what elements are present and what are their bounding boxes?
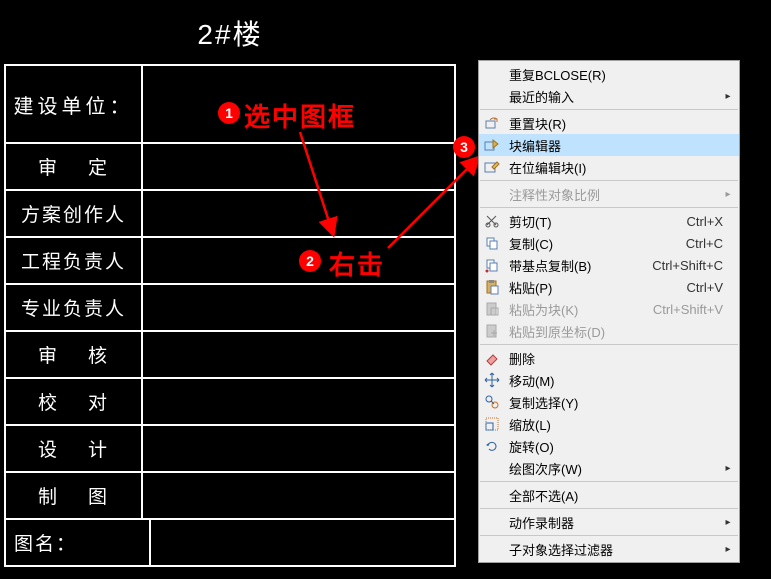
- block-editor-icon: [479, 137, 505, 153]
- menu-paste-block: 粘贴为块(K)Ctrl+Shift+V: [479, 298, 739, 320]
- annotation-badge-1: 1: [218, 102, 240, 124]
- menu-paste[interactable]: 粘贴(P)Ctrl+V: [479, 276, 739, 298]
- reset-block-icon: [479, 115, 505, 131]
- title-block-row: 审 核: [4, 332, 456, 379]
- menu-copy-selection[interactable]: 复制选择(Y): [479, 391, 739, 413]
- annotation-badge-3: 3: [453, 136, 475, 158]
- menu-move[interactable]: 移动(M): [479, 369, 739, 391]
- context-menu: 重复BCLOSE(R) 最近的输入▸ 重置块(R) 块编辑器 在位编辑块(I) …: [478, 60, 740, 563]
- tb-label: 审 定: [4, 144, 143, 189]
- tb-label: 图名：: [4, 520, 151, 565]
- tb-label: 工程负责人: [4, 238, 143, 283]
- title-block-row: 工程负责人: [4, 238, 456, 285]
- title-block-row: 设 计: [4, 426, 456, 473]
- menu-paste-orig: 粘贴到原坐标(D): [479, 320, 739, 342]
- menu-edit-in-place[interactable]: 在位编辑块(I): [479, 156, 739, 178]
- menu-repeat[interactable]: 重复BCLOSE(R): [479, 63, 739, 85]
- menu-reset-block[interactable]: 重置块(R): [479, 112, 739, 134]
- title-block-row: 专业负责人: [4, 285, 456, 332]
- title-block[interactable]: 2#楼 建设单位： 审 定 方案创作人 工程负责人 专业负责人 审 核 校 对 …: [4, 2, 456, 567]
- title-block-header: 2#楼: [4, 2, 456, 66]
- menu-subobject-filter[interactable]: 子对象选择过滤器▸: [479, 538, 739, 560]
- menu-scale[interactable]: 缩放(L): [479, 413, 739, 435]
- title-block-row: 审 定: [4, 144, 456, 191]
- menu-copy-base[interactable]: 带基点复制(B)Ctrl+Shift+C: [479, 254, 739, 276]
- title-block-row: 校 对: [4, 379, 456, 426]
- title-block-row: 图名：: [4, 520, 456, 567]
- rotate-icon: [479, 438, 505, 454]
- menu-draw-order[interactable]: 绘图次序(W)▸: [479, 457, 739, 479]
- menu-erase[interactable]: 删除: [479, 347, 739, 369]
- paste-orig-icon: [479, 323, 505, 339]
- annotation-text-2: 右击: [329, 245, 385, 282]
- tb-label: 设 计: [4, 426, 143, 471]
- title-block-row: 方案创作人: [4, 191, 456, 238]
- chevron-right-icon: ▸: [723, 517, 733, 528]
- chevron-right-icon: ▸: [723, 463, 733, 474]
- chevron-right-icon: ▸: [723, 91, 733, 102]
- menu-deselect-all[interactable]: 全部不选(A): [479, 484, 739, 506]
- menu-block-editor[interactable]: 块编辑器: [479, 134, 739, 156]
- annotation-text-1: 选中图框: [244, 97, 356, 134]
- chevron-right-icon: ▸: [723, 544, 733, 555]
- tb-label: 方案创作人: [4, 191, 143, 236]
- erase-icon: [479, 350, 505, 366]
- cut-icon: [479, 213, 505, 229]
- menu-recent-input[interactable]: 最近的输入▸: [479, 85, 739, 107]
- tb-label: 审 核: [4, 332, 143, 377]
- tb-label: 制 图: [4, 473, 143, 518]
- annotation-badge-2: 2: [299, 250, 321, 272]
- tb-label: 建设单位：: [4, 66, 143, 142]
- title-block-row: 制 图: [4, 473, 456, 520]
- title-block-header-text: 2#楼: [197, 13, 262, 53]
- menu-cut[interactable]: 剪切(T)Ctrl+X: [479, 210, 739, 232]
- paste-icon: [479, 279, 505, 295]
- move-icon: [479, 372, 505, 388]
- tb-label: 校 对: [4, 379, 143, 424]
- tb-label: 专业负责人: [4, 285, 143, 330]
- menu-anno-scale: 注释性对象比例▸: [479, 183, 739, 205]
- paste-block-icon: [479, 301, 505, 317]
- menu-action-recorder[interactable]: 动作录制器▸: [479, 511, 739, 533]
- edit-in-place-icon: [479, 159, 505, 175]
- copy-sel-icon: [479, 394, 505, 410]
- chevron-right-icon: ▸: [723, 189, 733, 200]
- menu-rotate[interactable]: 旋转(O): [479, 435, 739, 457]
- copy-icon: [479, 235, 505, 251]
- menu-copy[interactable]: 复制(C)Ctrl+C: [479, 232, 739, 254]
- scale-icon: [479, 416, 505, 432]
- copy-base-icon: [479, 257, 505, 273]
